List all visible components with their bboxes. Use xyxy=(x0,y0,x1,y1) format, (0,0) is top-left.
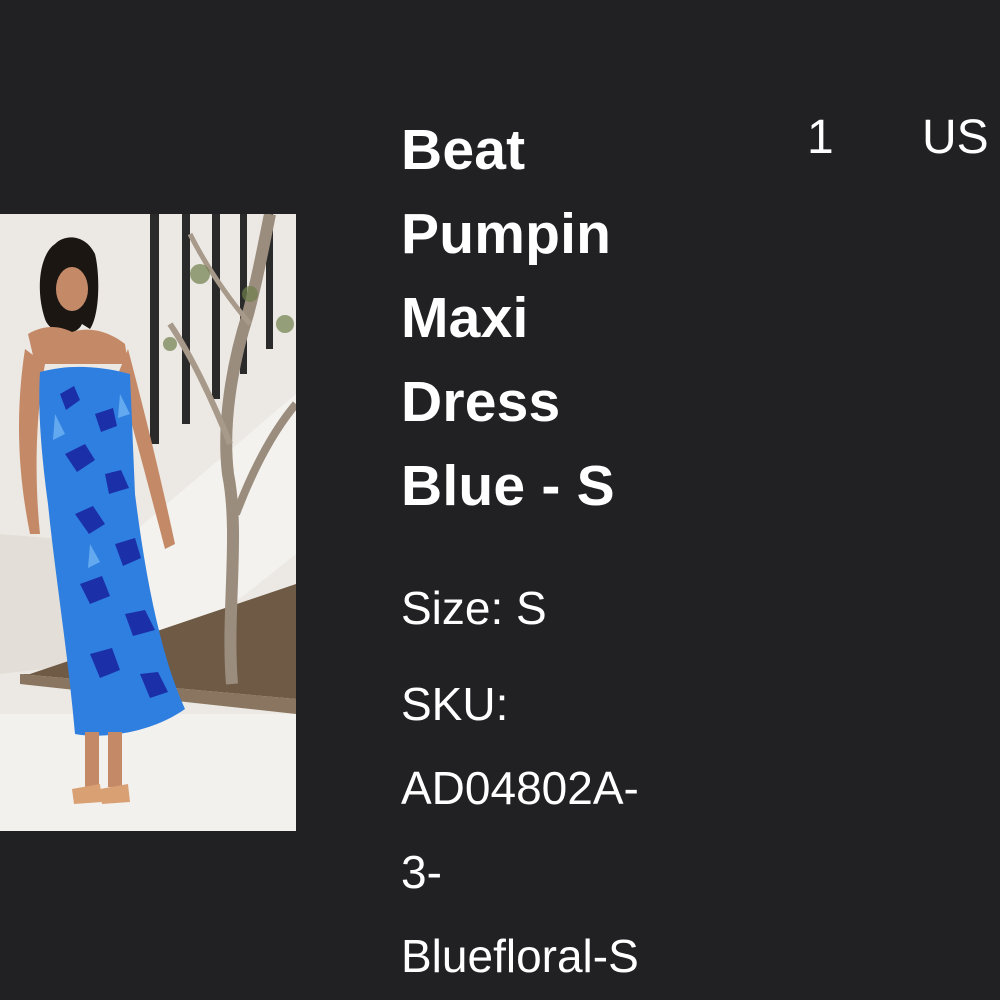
item-details: Beat Pumpin Maxi Dress Blue - S Size: S … xyxy=(401,108,721,998)
size-value: S xyxy=(516,582,547,634)
product-image[interactable] xyxy=(0,214,296,831)
size-row: Size: S xyxy=(401,566,721,650)
product-photo xyxy=(0,214,296,831)
sku-label: SKU: xyxy=(401,678,509,730)
sku-value: AD04802A- 3- Bluefloral-S xyxy=(401,762,639,982)
quantity-value: 1 xyxy=(807,111,834,164)
sku-block: SKU: AD04802A- 3- Bluefloral-S xyxy=(401,662,721,998)
order-item-view: Beat Pumpin Maxi Dress Blue - S Size: S … xyxy=(0,0,1000,1000)
price-value: US xyxy=(922,111,989,164)
product-title[interactable]: Beat Pumpin Maxi Dress Blue - S xyxy=(401,108,721,528)
size-label: Size: xyxy=(401,582,504,634)
